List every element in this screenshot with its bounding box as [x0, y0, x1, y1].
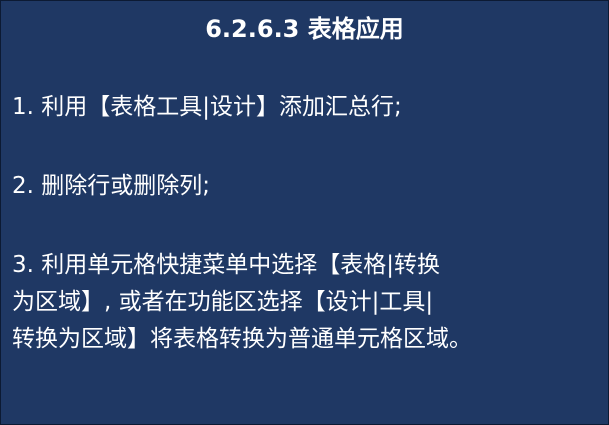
list-item-2-line-1: 2. 删除行或删除列;	[12, 173, 211, 199]
list-item-1-line-1: 1. 利用【表格工具|设计】添加汇总行;	[12, 94, 402, 120]
list-item-3-line-2: 为区域】, 或者在功能区选择【设计|工具|	[12, 289, 434, 315]
list-item-3-line-3: 转换为区域】将表格转换为普通单元格区域。	[12, 326, 472, 352]
slide-title: 6.2.6.3 表格应用	[205, 15, 404, 43]
list-item-3: 3. 利用单元格快捷菜单中选择【表格|转换 为区域】, 或者在功能区选择【设计|…	[12, 247, 472, 358]
list-item-2: 2. 删除行或删除列;	[12, 168, 210, 205]
list-item-1: 1. 利用【表格工具|设计】添加汇总行;	[12, 89, 402, 126]
slide: 6.2.6.3 表格应用 1. 利用【表格工具|设计】添加汇总行; 2. 删除行…	[0, 0, 609, 425]
list-item-3-line-1: 3. 利用单元格快捷菜单中选择【表格|转换	[12, 252, 441, 278]
